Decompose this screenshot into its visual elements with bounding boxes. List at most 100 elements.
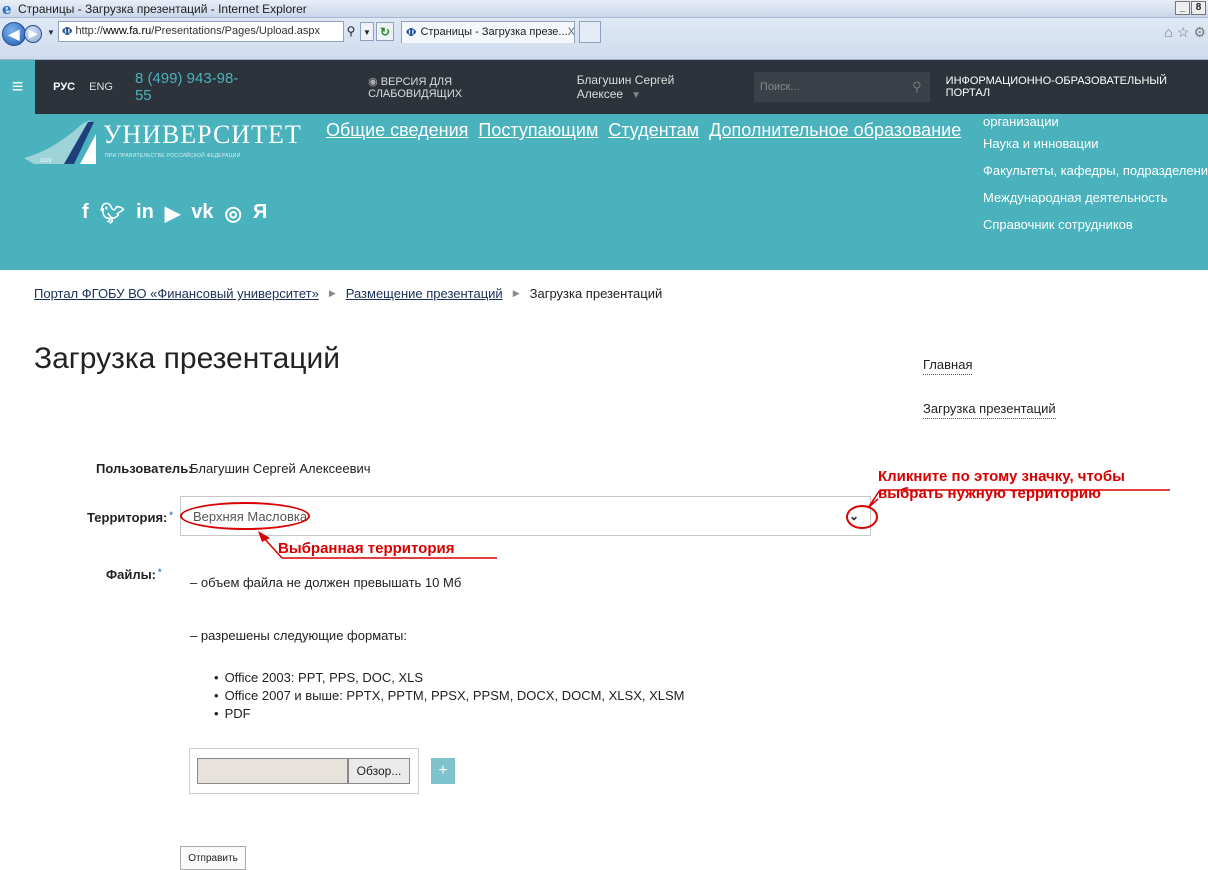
nav-general[interactable]: Общие сведения — [326, 120, 468, 141]
tab-close-button[interactable]: X — [568, 22, 574, 43]
back-icon[interactable]: ◀ — [2, 22, 26, 46]
size-hint: – объем файла не должен превышать 10 Мб — [190, 575, 462, 590]
window-controls: _ 8 — [1175, 1, 1206, 15]
logo-year: 1919 — [40, 158, 51, 164]
annotation-click-hint-1: Кликните по этому значку, чтобы — [878, 468, 1125, 485]
portal-link[interactable]: ИНФОРМАЦИОННО-ОБРАЗОВАТЕЛЬНЫЙ ПОРТАЛ — [946, 75, 1208, 99]
annotation-oval-selected — [180, 502, 310, 530]
nav-international[interactable]: Международная деятельность — [983, 184, 1208, 211]
favicon-icon: Ф — [62, 25, 73, 38]
refresh-icon[interactable]: ↻ — [376, 22, 394, 41]
formats-hint: – разрешены следующие форматы: — [190, 628, 407, 643]
territory-label-text: Территория: — [87, 510, 168, 525]
files-label-text: Файлы: — [106, 567, 157, 582]
breadcrumb: Портал ФГОБУ ВО «Финансовый университет»… — [34, 286, 662, 301]
breadcrumb-presentations-link[interactable]: Размещение презентаций — [346, 286, 503, 301]
required-mark: * — [158, 567, 162, 577]
user-menu[interactable]: Благушин Сергей Алексее ▼ — [577, 73, 738, 101]
home-link[interactable]: Главная — [923, 357, 973, 375]
vk-icon[interactable]: vk — [191, 201, 213, 226]
files-label: Файлы: * — [106, 567, 162, 582]
formats-list: Office 2003: PPT, PPS, DOC, XLS Office 2… — [214, 669, 685, 723]
tab-title: Страницы - Загрузка презе... — [420, 26, 568, 38]
logo-subtitle: ПРИ ПРАВИТЕЛЬСТВЕ РОССИЙСКОЙ ФЕДЕРАЦИИ — [105, 153, 241, 159]
lang-eng-link[interactable]: ENG — [89, 81, 113, 93]
eye-icon: ◉ — [368, 75, 378, 88]
home-icon[interactable]: ⌂ — [1164, 24, 1172, 41]
new-tab-button[interactable] — [579, 21, 601, 43]
annotation-selected: Выбранная территория — [278, 540, 455, 557]
low-vision-link[interactable]: ◉ ВЕРСИЯ ДЛЯ СЛАБОВИДЯЩИХ — [368, 75, 545, 100]
breadcrumb-current: Загрузка презентаций — [529, 286, 663, 301]
menu-icon[interactable]: ≡ — [0, 60, 36, 114]
linkedin-icon[interactable]: in — [136, 201, 154, 226]
url-tools: ⚲ ▼ ↻ — [344, 21, 394, 42]
youtube-icon[interactable]: ▶ — [165, 201, 180, 226]
user-value: Благушин Сергей Алексеевич — [190, 461, 371, 476]
browser-tab[interactable]: Ф Страницы - Загрузка презе... X — [401, 21, 575, 43]
star-icon[interactable]: ☆ — [1177, 24, 1190, 41]
yandex-icon[interactable]: Я — [253, 201, 267, 226]
lang-rus-link[interactable]: РУС — [53, 81, 75, 93]
instagram-icon[interactable]: ◎ — [224, 201, 241, 226]
tab-favicon-icon: Ф — [406, 26, 417, 39]
side-nav: организации Наука и инновации Факультеты… — [983, 114, 1208, 238]
browser-address-bar: ◀ ▶ ▼ Ф http://www.fa.ru/Presentations/P… — [0, 18, 1208, 60]
url-domain: www.fa.ru — [102, 25, 152, 37]
maximize-button[interactable]: 8 — [1191, 1, 1206, 15]
file-name-field[interactable] — [197, 758, 348, 784]
nav-staff-directory[interactable]: Справочник сотрудников — [983, 211, 1208, 238]
right-links: Главная Загрузка презентаций — [923, 357, 1056, 445]
add-file-button[interactable]: + — [431, 758, 455, 784]
annotation-oval-chevron — [846, 505, 878, 529]
url-path: /Presentations/Pages/Upload.aspx — [151, 25, 321, 37]
nav-science[interactable]: Наука и инновации — [983, 130, 1208, 157]
search-icon[interactable]: ⚲ — [912, 79, 922, 95]
browser-tools: ⌂ ☆ ⚙ — [1164, 24, 1206, 41]
file-upload: Обзор... — [189, 748, 419, 794]
format-item: Office 2003: PPT, PPS, DOC, XLS — [214, 669, 685, 687]
gear-icon[interactable]: ⚙ — [1193, 24, 1206, 41]
page-title: Загрузка презентаций — [34, 342, 341, 375]
url-prefix: http:// — [75, 25, 103, 37]
chevron-down-icon: ▼ — [631, 90, 642, 101]
university-logo-icon[interactable]: 1919 — [24, 120, 96, 174]
logo-text[interactable]: УНИВЕРСИТЕТ — [103, 120, 302, 150]
facebook-icon[interactable]: f — [82, 201, 89, 226]
nav-additional-education[interactable]: Дополнительное образование — [709, 120, 961, 141]
browser-title-bar: e Страницы - Загрузка презентаций - Inte… — [0, 0, 1208, 18]
upload-link[interactable]: Загрузка презентаций — [923, 401, 1056, 419]
breadcrumb-separator-icon: ▶ — [328, 288, 336, 298]
site-search-input[interactable]: Поиск... ⚲ — [753, 72, 930, 102]
minimize-button[interactable]: _ — [1175, 1, 1190, 15]
phone-link[interactable]: 8 (499) 943-98-55 — [135, 70, 252, 104]
format-item: Office 2007 и выше: PPTX, PPTM, PPSX, PP… — [214, 687, 685, 705]
nav-applicants[interactable]: Поступающим — [478, 120, 598, 141]
nav-faculties[interactable]: Факультеты, кафедры, подразделения — [983, 157, 1208, 184]
site-top-bar: ≡ РУС ENG 8 (499) 943-98-55 ◉ ВЕРСИЯ ДЛЯ … — [0, 60, 1208, 114]
main-nav: Общие сведения Поступающим Студентам Доп… — [326, 120, 961, 141]
nav-organizations[interactable]: организации — [983, 114, 1208, 130]
social-links: f 🐦︎ in ▶ vk ◎ Я — [82, 201, 267, 226]
format-item: PDF — [214, 705, 685, 723]
forward-icon[interactable]: ▶ — [24, 25, 42, 43]
browse-button[interactable]: Обзор... — [348, 758, 410, 784]
required-mark: * — [169, 510, 173, 520]
submit-button[interactable]: Отправить — [180, 846, 246, 870]
site-header: 1919 УНИВЕРСИТЕТ ПРИ ПРАВИТЕЛЬСТВЕ РОССИ… — [0, 114, 1208, 270]
annotation-click-hint-2: выбрать нужную территорию — [878, 485, 1101, 502]
low-vision-label: ВЕРСИЯ ДЛЯ СЛАБОВИДЯЩИХ — [368, 75, 463, 100]
url-field[interactable]: Ф http://www.fa.ru/Presentations/Pages/U… — [58, 21, 344, 42]
search-icon[interactable]: ⚲ — [344, 22, 358, 41]
twitter-icon[interactable]: 🐦︎ — [100, 201, 125, 226]
territory-label: Территория: * — [87, 510, 173, 525]
ie-logo-icon: e — [2, 0, 12, 18]
nav-students[interactable]: Студентам — [608, 120, 699, 141]
url-dropdown-icon[interactable]: ▼ — [360, 22, 374, 41]
history-dropdown-icon[interactable]: ▼ — [47, 28, 55, 37]
breadcrumb-separator-icon: ▶ — [512, 288, 520, 298]
breadcrumb-portal-link[interactable]: Портал ФГОБУ ВО «Финансовый университет» — [34, 286, 319, 301]
user-label: Пользователь: — [96, 461, 193, 476]
user-name: Благушин Сергей Алексее — [576, 73, 675, 101]
window-title: Страницы - Загрузка презентаций - Intern… — [18, 1, 307, 16]
